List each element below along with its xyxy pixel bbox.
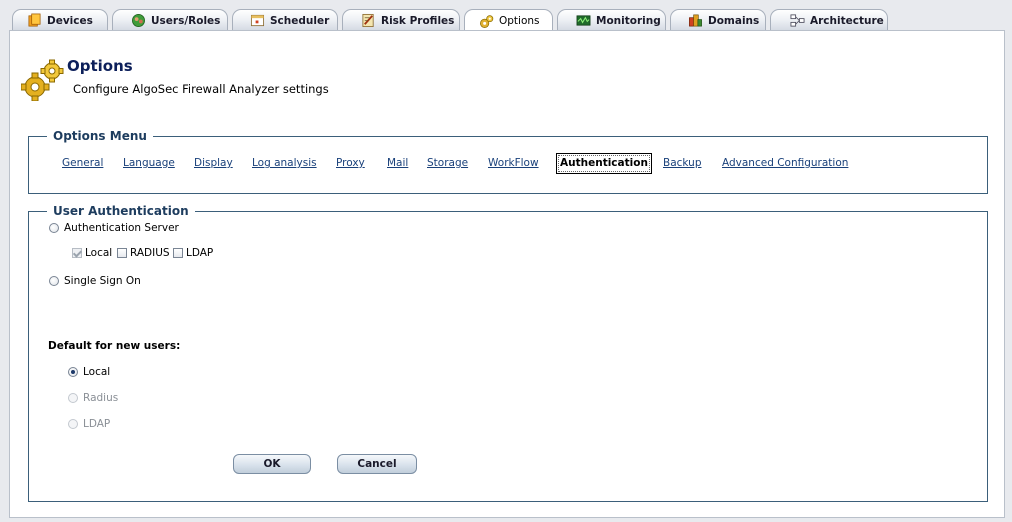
default-radius-radio[interactable] <box>68 393 78 403</box>
menu-link-display[interactable]: Display <box>194 157 233 169</box>
single-sign-on-radio[interactable] <box>49 276 59 286</box>
scheduler-icon <box>250 14 265 27</box>
auth-server-radio[interactable] <box>49 223 59 233</box>
tab-label: Risk Profiles <box>381 14 455 27</box>
menu-link-workflow[interactable]: WorkFlow <box>488 157 539 169</box>
options-menu-legend: Options Menu <box>47 129 153 143</box>
tab-label: Users/Roles <box>151 14 221 27</box>
menu-link-authentication[interactable]: Authentication <box>556 153 652 174</box>
default-local-option[interactable]: Local <box>68 366 110 378</box>
devices-icon <box>28 13 41 27</box>
tab-label: Architecture <box>810 14 884 27</box>
domains-icon <box>689 14 702 27</box>
options-gear-icon <box>480 14 494 28</box>
users-roles-icon <box>132 14 145 27</box>
tab-label: Scheduler <box>270 14 330 27</box>
ldap-checkbox-label: LDAP <box>186 247 214 259</box>
tab-label: Devices <box>47 14 93 27</box>
menu-link-backup[interactable]: Backup <box>663 157 702 169</box>
tab-monitoring[interactable]: Monitoring <box>557 9 666 31</box>
menu-link-advanced-configuration[interactable]: Advanced Configuration <box>722 157 848 169</box>
menu-link-mail[interactable]: Mail <box>387 157 408 169</box>
local-checkbox[interactable] <box>72 248 82 258</box>
tab-users-roles[interactable]: Users/Roles <box>112 9 228 31</box>
default-ldap-radio[interactable] <box>68 419 78 429</box>
page-title: Options <box>67 57 133 75</box>
architecture-icon <box>790 14 805 27</box>
tab-label: Options <box>499 15 540 27</box>
menu-link-language[interactable]: Language <box>123 157 175 169</box>
options-panel: Options Configure AlgoSec Firewall Analy… <box>9 30 1005 518</box>
local-checkbox-label: Local <box>85 247 113 259</box>
default-users-label: Default for new users: <box>48 340 181 352</box>
default-ldap-label: LDAP <box>83 418 111 430</box>
single-sign-on-label: Single Sign On <box>64 275 141 287</box>
method-local-option[interactable]: Local <box>72 247 114 259</box>
tab-scheduler[interactable]: Scheduler <box>232 9 338 31</box>
menu-link-proxy[interactable]: Proxy <box>336 157 365 169</box>
menu-link-storage[interactable]: Storage <box>427 157 468 169</box>
risk-profiles-icon <box>362 13 374 28</box>
method-radius-option[interactable]: RADIUS <box>117 247 170 259</box>
gears-icon <box>21 59 64 101</box>
options-menu-fieldset: Options Menu General Language Display Lo… <box>28 129 988 194</box>
default-local-radio[interactable] <box>68 367 78 377</box>
tab-label: Monitoring <box>596 14 661 27</box>
menu-link-log-analysis[interactable]: Log analysis <box>252 157 317 169</box>
default-local-label: Local <box>83 366 111 378</box>
user-authentication-legend: User Authentication <box>47 204 195 218</box>
ldap-checkbox[interactable] <box>173 248 183 258</box>
method-ldap-option[interactable]: LDAP <box>173 247 213 259</box>
radius-checkbox[interactable] <box>117 248 127 258</box>
tab-label: Domains <box>708 14 760 27</box>
tab-domains[interactable]: Domains <box>670 9 766 31</box>
default-radius-option[interactable]: Radius <box>68 392 118 404</box>
tab-architecture[interactable]: Architecture <box>770 9 888 31</box>
page-subtitle: Configure AlgoSec Firewall Analyzer sett… <box>73 82 329 96</box>
single-sign-on-option[interactable]: Single Sign On <box>49 275 141 287</box>
user-authentication-fieldset: User Authentication <box>28 204 988 502</box>
auth-server-option[interactable]: Authentication Server <box>49 222 179 234</box>
radius-checkbox-label: RADIUS <box>130 247 170 259</box>
default-ldap-option[interactable]: LDAP <box>68 418 110 430</box>
cancel-button[interactable]: Cancel <box>337 454 417 474</box>
auth-server-label: Authentication Server <box>64 222 179 234</box>
default-radius-label: Radius <box>83 392 119 404</box>
ok-button[interactable]: OK <box>233 454 311 474</box>
tab-options[interactable]: Options <box>464 9 553 32</box>
tab-devices[interactable]: Devices <box>12 9 108 31</box>
main-tab-bar: Devices Users/Roles Scheduler Risk Profi… <box>0 0 1012 32</box>
tab-risk-profiles[interactable]: Risk Profiles <box>342 9 460 31</box>
monitoring-icon <box>576 15 591 26</box>
menu-link-general[interactable]: General <box>62 157 103 169</box>
